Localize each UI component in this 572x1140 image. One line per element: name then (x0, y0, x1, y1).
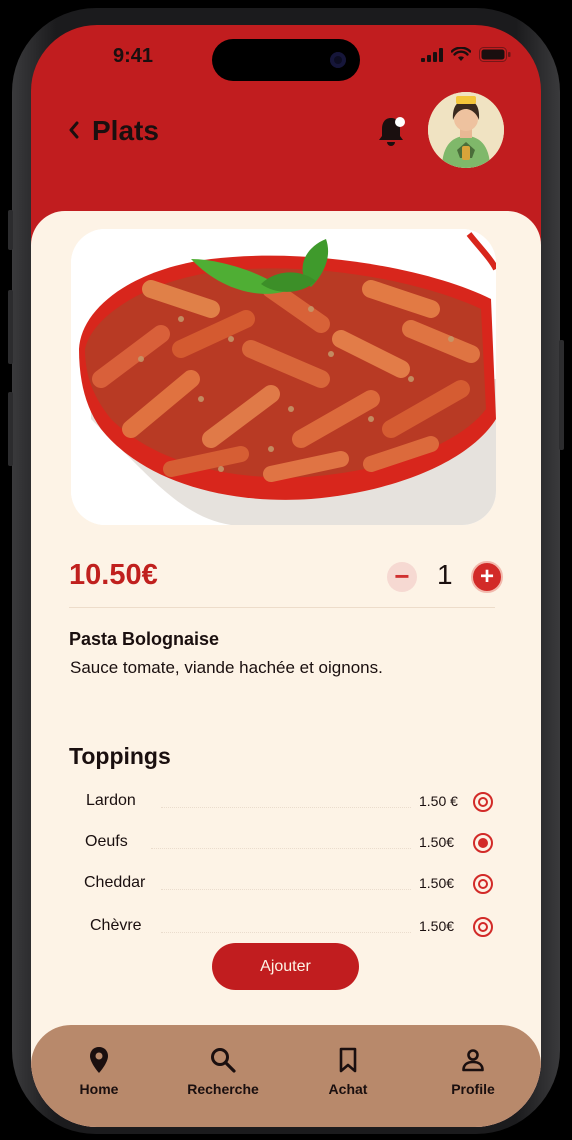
quantity-value: 1 (437, 559, 453, 590)
status-icons (421, 47, 511, 62)
topping-row-lardon[interactable]: Lardon 1.50 € (31, 788, 541, 818)
nav-item-recherche[interactable]: Recherche (173, 1045, 273, 1097)
topping-price: 1.50€ (419, 834, 455, 850)
nav-label: Home (79, 1081, 119, 1097)
power-button (559, 340, 564, 450)
topping-name: Oeufs (85, 833, 128, 850)
nav-label: Recherche (187, 1081, 259, 1097)
avatar[interactable] (428, 92, 504, 168)
topping-radio[interactable] (473, 874, 493, 894)
dynamic-island (212, 39, 360, 81)
dish-image (71, 229, 496, 525)
dish-card: 10.50€ − 1 + Pasta Bolognaise Sauce toma… (31, 211, 541, 1127)
topping-row-cheddar[interactable]: Cheddar 1.50€ (31, 870, 541, 900)
header: Plats (31, 92, 541, 185)
person-icon (423, 1045, 523, 1075)
nav-label: Profile (451, 1081, 495, 1097)
nav-item-achat[interactable]: Achat (298, 1045, 398, 1097)
bookmark-icon (298, 1045, 398, 1075)
nav-item-profile[interactable]: Profile (423, 1045, 523, 1097)
add-to-cart-button[interactable]: Ajouter (212, 943, 359, 990)
topping-leader (161, 807, 411, 808)
search-icon (173, 1045, 273, 1075)
silent-switch (8, 210, 13, 250)
nav-item-home[interactable]: Home (49, 1045, 149, 1097)
nav-label: Achat (328, 1081, 368, 1097)
status-time: 9:41 (113, 45, 154, 67)
battery-icon (479, 47, 511, 62)
bottom-nav: Home Recherche Achat Profile (31, 1025, 541, 1127)
topping-name: Chèvre (90, 917, 142, 934)
topping-radio[interactable] (473, 917, 493, 937)
dish-price: 10.50€ (69, 559, 158, 591)
wifi-icon (451, 47, 471, 61)
dish-name: Pasta Bolognaise (69, 629, 220, 649)
page-title: Plats (92, 115, 159, 146)
volume-down-button (8, 392, 13, 466)
topping-leader (161, 889, 411, 890)
topping-price: 1.50€ (419, 875, 455, 891)
dish-description: Sauce tomate, viande hachée et oignons. (70, 658, 383, 677)
volume-up-button (8, 290, 13, 364)
topping-name: Cheddar (84, 874, 146, 891)
toppings-title: Toppings (69, 743, 171, 769)
signal-icon (421, 47, 443, 62)
topping-name: Lardon (86, 792, 136, 809)
topping-radio-selected[interactable] (473, 833, 493, 853)
location-pin-icon (49, 1045, 149, 1075)
camera-icon (330, 52, 346, 68)
topping-leader (151, 848, 411, 849)
topping-row-oeufs[interactable]: Oeufs 1.50€ (31, 829, 541, 859)
bell-icon[interactable] (376, 113, 408, 149)
topping-price: 1.50€ (419, 918, 455, 934)
divider (69, 607, 495, 608)
increase-quantity-button[interactable]: + (471, 561, 503, 593)
topping-radio[interactable] (473, 792, 493, 812)
chevron-left-icon[interactable] (67, 119, 81, 148)
topping-row-chevre[interactable]: Chèvre 1.50€ (31, 913, 541, 943)
topping-leader (161, 932, 411, 933)
topping-price: 1.50 € (419, 793, 458, 809)
app-screen: 9:41 Plats 10.50€ − 1 + Pasta Bolognaise… (31, 25, 541, 1127)
decrease-quantity-button[interactable]: − (387, 562, 417, 592)
